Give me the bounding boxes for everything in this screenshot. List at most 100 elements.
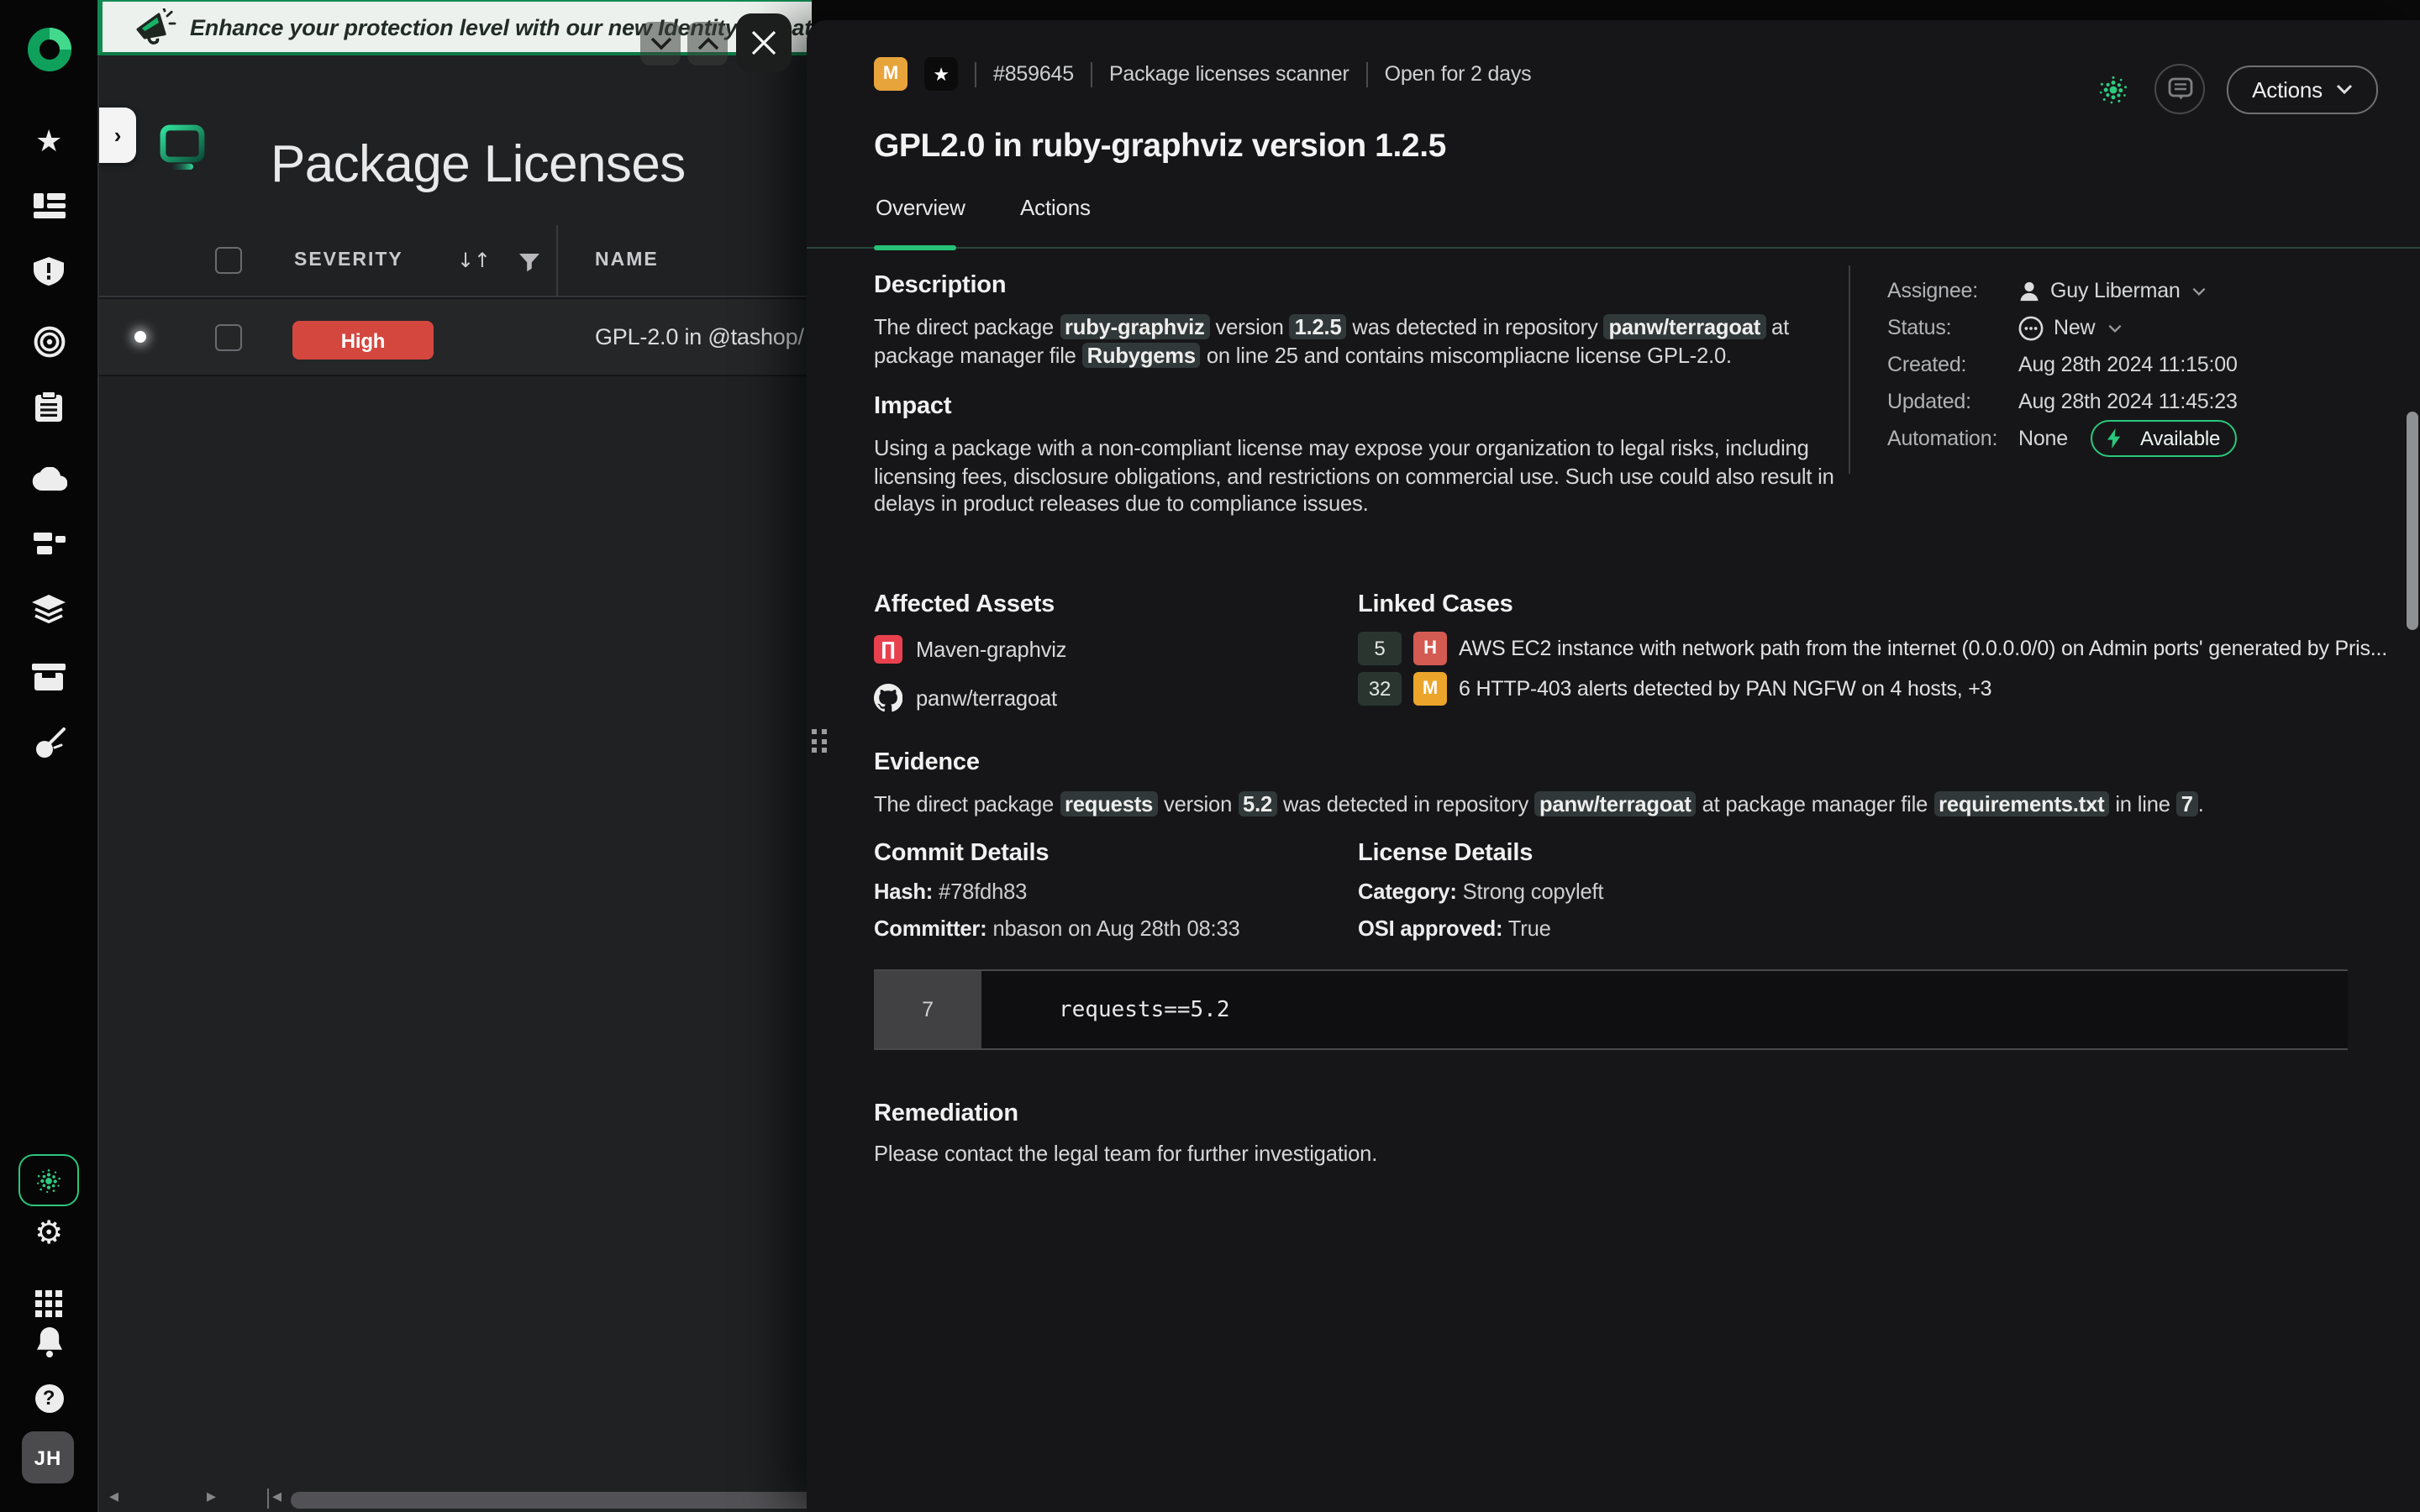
license-category: Category: Strong copyleft	[1358, 880, 1603, 904]
assignee-row[interactable]: Assignee: Guy Liberman	[1887, 272, 2420, 309]
created-label: Created:	[1887, 353, 2018, 376]
asset-name: Maven-graphviz	[916, 636, 1066, 661]
commit-details: Commit Details Hash: #78fdh83 Committer:…	[874, 840, 1358, 941]
horizontal-scrollbar[interactable]	[291, 1492, 808, 1509]
column-header-name[interactable]: NAME	[595, 250, 659, 270]
case-severity-medium-badge: M	[1413, 672, 1447, 706]
status-row[interactable]: Status: New	[1887, 309, 2420, 346]
select-all-checkbox[interactable]	[215, 247, 242, 274]
linked-case-item[interactable]: 5 H AWS EC2 instance with network path f…	[1358, 628, 2387, 669]
ai-copilot-icon[interactable]	[2094, 70, 2133, 108]
row-checkbox[interactable]	[215, 324, 242, 351]
updated-label: Updated:	[1887, 390, 2018, 413]
commit-committer: Committer: nbason on Aug 28th 08:33	[874, 917, 1358, 941]
issue-detail-panel: M ★ #859645 Package licenses scanner Ope…	[807, 20, 2420, 1512]
created-row: Created: Aug 28th 2024 11:15:00	[1887, 346, 2420, 383]
copilot-spiral-icon	[32, 1163, 66, 1197]
velocity-meteor-icon[interactable]	[0, 727, 97, 761]
severity-badge: High	[292, 321, 434, 360]
updated-row: Updated: Aug 28th 2024 11:45:23	[1887, 383, 2420, 420]
case-title: AWS EC2 instance with network path from …	[1459, 637, 2387, 660]
comments-button[interactable]	[2154, 64, 2205, 114]
inventory-blocks-icon[interactable]	[0, 529, 97, 559]
package-licenses-monitor-icon	[158, 123, 208, 181]
expand-panel-button[interactable]: ›	[99, 108, 136, 163]
case-severity-high-badge: H	[1413, 632, 1447, 665]
asset-item[interactable]: panw/terragoat	[874, 679, 1358, 716]
commit-details-heading: Commit Details	[874, 840, 1358, 867]
layers-icon[interactable]	[0, 595, 97, 625]
automation-available-badge[interactable]: Available	[2091, 420, 2237, 457]
tab-bar: Overview Actions	[807, 190, 2420, 249]
help-icon[interactable]: ?	[0, 1383, 97, 1413]
code-snippet: 7 requests==5.2	[874, 969, 2348, 1050]
chevron-up-icon	[697, 37, 718, 50]
license-details-heading: License Details	[1358, 840, 1603, 867]
github-icon	[874, 683, 902, 711]
page-title: Package Licenses	[271, 134, 686, 195]
sort-icon[interactable]: ↓↑	[457, 249, 491, 272]
threat-shield-icon[interactable]	[0, 257, 97, 287]
asset-item[interactable]: ∏ Maven-graphviz	[874, 630, 1358, 667]
filter-funnel-icon[interactable]	[519, 250, 539, 281]
main-sidebar: ★	[0, 0, 97, 1512]
code-line-number: 7	[874, 971, 981, 1048]
actions-button[interactable]: Actions	[2227, 65, 2378, 113]
storage-tray-icon[interactable]	[0, 662, 97, 692]
scroll-start-icon[interactable]: ◂	[272, 1485, 281, 1507]
copilot-button[interactable]	[18, 1154, 79, 1206]
evidence-text: The direct package requests version 5.2 …	[874, 791, 2386, 819]
lightning-icon	[2108, 428, 2122, 449]
close-panel-button[interactable]	[736, 13, 792, 72]
chevron-down-icon	[2192, 286, 2207, 295]
code-line-content: requests==5.2	[981, 971, 2348, 1048]
favorite-star-button[interactable]: ★	[924, 57, 958, 91]
active-tab-indicator	[874, 245, 956, 250]
brand-logo-icon[interactable]	[0, 27, 97, 72]
automation-value: None	[2018, 427, 2068, 450]
details-section: Commit Details Hash: #78fdh83 Committer:…	[874, 840, 2386, 941]
table-row[interactable]: High GPL-2.0 in @tashop/	[99, 297, 808, 376]
remediation-heading: Remediation	[874, 1100, 2050, 1127]
impact-section: Impact Using a package with a non-compli…	[874, 393, 1849, 518]
description-section: Description The direct package ruby-grap…	[874, 272, 1815, 370]
affected-assets: Affected Assets ∏ Maven-graphviz panw/te…	[874, 591, 1358, 716]
scrollbar-divider	[267, 1488, 269, 1509]
tab-overview[interactable]: Overview	[876, 195, 965, 220]
settings-gear-icon[interactable]: ⚙	[0, 1218, 97, 1250]
row-name[interactable]: GPL-2.0 in @tashop/	[595, 324, 804, 349]
maven-icon: ∏	[874, 634, 902, 663]
scroll-left-icon[interactable]: ◂	[109, 1485, 118, 1507]
panel-resize-handle[interactable]	[812, 729, 826, 753]
scroll-right-icon[interactable]: ▸	[207, 1485, 216, 1507]
vertical-scrollbar[interactable]	[2407, 412, 2418, 630]
created-value: Aug 28th 2024 11:15:00	[2018, 353, 2238, 376]
evidence-heading: Evidence	[874, 749, 2386, 776]
case-count-badge: 5	[1358, 632, 1402, 665]
linked-cases-heading: Linked Cases	[1358, 591, 2387, 618]
issue-source: Package licenses scanner	[1109, 62, 1349, 86]
chevron-down-icon	[650, 37, 671, 50]
actions-button-label: Actions	[2252, 76, 2323, 102]
assignee-label: Assignee:	[1887, 279, 2018, 302]
collapse-down-button[interactable]	[640, 22, 681, 66]
chat-icon	[2167, 77, 2192, 101]
package-licenses-panel: › Package Licenses SEVERITY ↓↑	[97, 0, 808, 1512]
user-avatar[interactable]: JH	[22, 1431, 74, 1483]
column-divider	[556, 225, 558, 296]
linked-case-item[interactable]: 32 M 6 HTTP-403 alerts detected by PAN N…	[1358, 669, 2387, 709]
remediation-text: Please contact the legal team for furthe…	[874, 1141, 2050, 1168]
impact-heading: Impact	[874, 393, 1849, 420]
detection-target-icon[interactable]	[0, 326, 97, 358]
cloud-icon[interactable]	[0, 464, 97, 494]
favorites-star-icon[interactable]: ★	[0, 124, 97, 160]
report-clipboard-icon[interactable]	[0, 391, 97, 422]
status-new-icon	[2018, 315, 2044, 340]
available-label: Available	[2140, 427, 2220, 450]
apps-grid-icon[interactable]	[0, 1275, 97, 1317]
dashboards-icon[interactable]	[0, 192, 97, 222]
column-header-severity[interactable]: SEVERITY	[294, 250, 403, 270]
tab-actions[interactable]: Actions	[1020, 195, 1091, 220]
notifications-bell-icon[interactable]	[0, 1327, 97, 1357]
expand-up-button[interactable]	[687, 22, 728, 66]
